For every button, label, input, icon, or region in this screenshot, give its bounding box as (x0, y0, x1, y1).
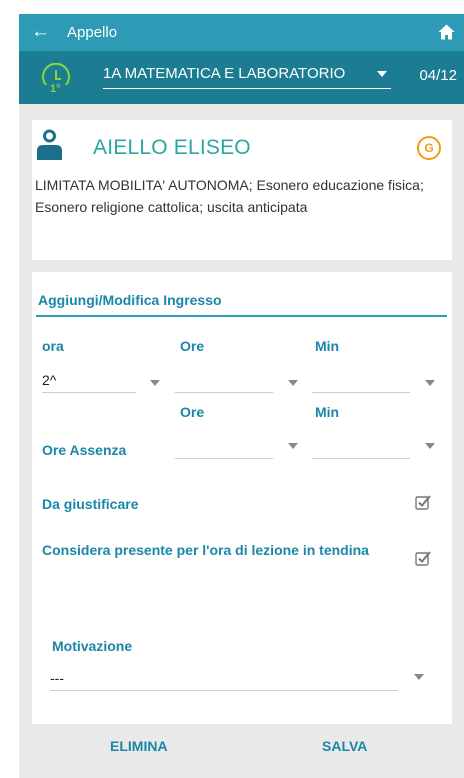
chevron-down-icon[interactable] (425, 380, 435, 386)
chevron-down-icon[interactable] (425, 443, 435, 449)
chevron-down-icon[interactable] (288, 380, 298, 386)
date-label[interactable]: 04/12 (419, 67, 457, 84)
app-container: ← Appello 1° 1A MATEMATICA E LABORATORIO… (19, 14, 464, 778)
student-card: AIELLO ELISEO G LIMITATA MOBILITA' AUTON… (32, 120, 452, 260)
form-title-divider (36, 315, 447, 317)
salva-button[interactable]: SALVA (322, 738, 367, 754)
elimina-button[interactable]: ELIMINA (110, 738, 168, 754)
student-notes: LIMITATA MOBILITA' AUTONOMA; Esonero edu… (35, 177, 424, 215)
chevron-down-icon[interactable] (150, 380, 160, 386)
considera-presente-checkbox[interactable] (415, 550, 431, 566)
ora-label: ora (42, 338, 64, 354)
ore-select[interactable] (175, 370, 273, 393)
user-icon (37, 129, 62, 160)
ore-assenza-min-select[interactable] (312, 436, 410, 459)
motivazione-label: Motivazione (52, 638, 133, 654)
ora-select[interactable]: 2^ (42, 370, 136, 393)
back-arrow-icon[interactable]: ← (31, 22, 50, 41)
home-icon[interactable] (438, 24, 455, 40)
class-bar: 1° 1A MATEMATICA E LABORATORIO 04/12 (19, 51, 464, 104)
da-giustificare-checkbox[interactable] (415, 494, 431, 510)
form-title: Aggiungi/Modifica Ingresso (38, 292, 222, 308)
ora-select-value: 2^ (42, 372, 57, 388)
student-name: AIELLO ELISEO (93, 136, 251, 159)
clock-hour-label: 1° (50, 83, 61, 95)
chevron-down-icon[interactable] (288, 443, 298, 449)
g-badge-icon[interactable]: G (417, 136, 441, 160)
chevron-down-icon[interactable] (414, 674, 424, 680)
chevron-down-icon (377, 71, 387, 77)
clock-icon[interactable]: 1° (40, 63, 72, 95)
ore-assenza-ore-label: Ore (180, 404, 205, 420)
entry-form: Aggiungi/Modifica Ingresso ora Ore Min 2… (32, 272, 452, 724)
action-bar: ELIMINA SALVA (32, 726, 452, 766)
considera-presente-label: Considera presente per l'ora di lezione … (42, 542, 369, 558)
top-bar: ← Appello (19, 14, 464, 51)
class-select[interactable]: 1A MATEMATICA E LABORATORIO (103, 63, 391, 89)
da-giustificare-label: Da giustificare (42, 496, 139, 512)
motivazione-select[interactable]: --- (50, 668, 398, 691)
page-title: Appello (67, 24, 118, 41)
ore-assenza-ore-select[interactable] (175, 436, 273, 459)
class-select-value: 1A MATEMATICA E LABORATORIO (103, 65, 346, 82)
min-label: Min (315, 338, 340, 354)
motivazione-select-value: --- (50, 670, 64, 686)
ore-label: Ore (180, 338, 205, 354)
ore-assenza-min-label: Min (315, 404, 340, 420)
min-select[interactable] (312, 370, 410, 393)
ore-assenza-label: Ore Assenza (42, 442, 127, 458)
